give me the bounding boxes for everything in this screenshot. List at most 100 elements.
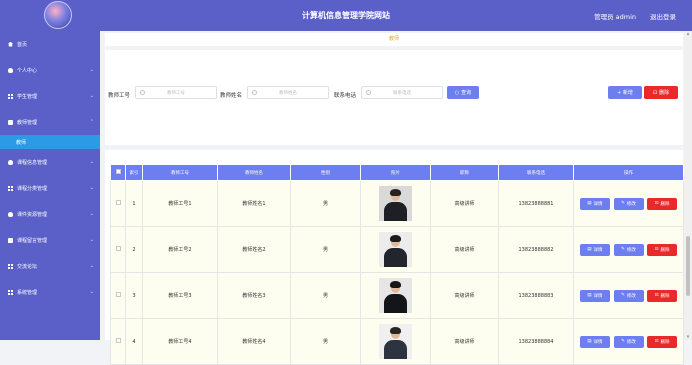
sidebar-item-students[interactable]: 学生管理 ⌄: [0, 83, 100, 109]
delete-button[interactable]: ⊡ 删除: [647, 197, 678, 210]
grid-icon: [8, 289, 13, 295]
phone-input[interactable]: 联系电话: [361, 86, 443, 99]
sidebar-item-courseware[interactable]: 课件资源管理 ⌄: [0, 201, 100, 227]
row-select-cell[interactable]: [110, 318, 126, 365]
cell-title: 高级讲师: [430, 318, 499, 365]
scroll-thumb[interactable]: [686, 236, 690, 296]
chevron-down-icon: ⌄: [89, 185, 94, 191]
table-row: 3 教师工号3 教师姓名3 男 高级讲师 13823888883 ▤ 详情 ✎ 修改…: [110, 272, 684, 319]
batch-delete-label: 删除: [659, 90, 670, 96]
sidebar-item-course-category[interactable]: 课程分类管理 ⌄: [0, 175, 100, 201]
teacher-photo[interactable]: [379, 186, 412, 221]
current-user: 管理员 admin: [594, 13, 636, 21]
sidebar-item-course-messages[interactable]: 课程留言管理 ⌄: [0, 227, 100, 253]
search-icon: [252, 90, 257, 95]
column-header: 职称: [430, 164, 499, 181]
edit-label: 修改: [626, 339, 636, 345]
sidebar-item-label: 课程分类管理: [17, 185, 48, 192]
teacher-photo[interactable]: [379, 324, 412, 359]
batch-delete-button[interactable]: ⊡ 删除: [644, 86, 678, 99]
add-button[interactable]: + 新增: [608, 86, 642, 99]
cell-phone: 13823888882: [498, 226, 574, 273]
detail-button[interactable]: ▤ 详情: [579, 197, 610, 210]
delete-label: 删除: [660, 247, 670, 253]
teacher-table: 索引 教师工号 教师姓名 性别 照片 职称 联系电话 操作 1 教师工号1 教师…: [110, 164, 684, 365]
sidebar-item-system[interactable]: 系统管理 ⌄: [0, 279, 100, 305]
teacher-name-placeholder: 教师姓名: [279, 90, 297, 96]
pencil-icon: ✎: [621, 247, 625, 252]
select-all-checkbox[interactable]: [115, 169, 121, 174]
card-icon: [8, 119, 13, 125]
sidebar-item-course-info[interactable]: 课程信息管理 ⌄: [0, 149, 100, 175]
sidebar-item-label: 系统管理: [17, 289, 38, 296]
cell-index: 3: [125, 272, 143, 319]
person-icon: [8, 67, 13, 73]
row-checkbox[interactable]: [115, 246, 121, 251]
scroll-up-arrow[interactable]: ▴: [685, 31, 691, 37]
detail-label: 详情: [593, 339, 603, 345]
table-header-row: 索引 教师工号 教师姓名 性别 照片 职称 联系电话 操作: [110, 164, 684, 181]
chevron-down-icon: ⌄: [89, 211, 94, 217]
page-scrollbar[interactable]: ▴ ▾: [684, 31, 692, 340]
document-icon: ▤: [587, 293, 592, 298]
column-header: 性别: [290, 164, 361, 181]
sidebar-item-teachers[interactable]: 教师管理 ⌃: [0, 109, 100, 135]
chevron-down-icon: ⌄: [89, 237, 94, 243]
delete-button[interactable]: ⊡ 删除: [647, 243, 678, 256]
row-checkbox[interactable]: [115, 200, 121, 205]
cell-gender: 男: [290, 180, 361, 227]
sidebar-item-label: 个人中心: [17, 67, 38, 74]
chat-icon: [8, 237, 13, 243]
logout-link[interactable]: 退出登录: [650, 11, 676, 21]
sidebar-item-profile[interactable]: 个人中心 ⌄: [0, 57, 100, 83]
detail-label: 详情: [593, 201, 603, 207]
detail-button[interactable]: ▤ 详情: [579, 243, 610, 256]
teacher-name-input[interactable]: 教师姓名: [247, 86, 329, 99]
query-button[interactable]: ○ 查询: [447, 86, 479, 99]
cell-photo: [360, 318, 431, 365]
cell-photo: [360, 180, 431, 227]
cell-phone: 13823888881: [498, 180, 574, 227]
sidebar-subitem-teacher[interactable]: 教师: [0, 135, 100, 149]
row-select-cell[interactable]: [110, 180, 126, 227]
teacher-photo[interactable]: [379, 232, 412, 267]
search-icon: [366, 90, 371, 95]
detail-button[interactable]: ▤ 详情: [579, 289, 610, 302]
cell-teacher-id: 教师工号2: [142, 226, 218, 273]
chevron-down-icon: ⌄: [89, 263, 94, 269]
delete-button[interactable]: ⊡ 删除: [647, 335, 678, 348]
edit-button[interactable]: ✎ 修改: [613, 335, 644, 348]
row-select-cell[interactable]: [110, 226, 126, 273]
chevron-down-icon: ⌄: [89, 289, 94, 295]
edit-button[interactable]: ✎ 修改: [613, 289, 644, 302]
query-button-label: 查询: [461, 90, 472, 96]
delete-button[interactable]: ⊡ 删除: [647, 289, 678, 302]
row-checkbox[interactable]: [115, 292, 121, 297]
cell-index: 2: [125, 226, 143, 273]
select-all-header[interactable]: [110, 164, 126, 181]
column-header: 照片: [360, 164, 431, 181]
table-panel: 索引 教师工号 教师姓名 性别 照片 职称 联系电话 操作 1 教师工号1 教师…: [105, 150, 684, 365]
teacher-id-input[interactable]: 教师工号: [135, 86, 217, 99]
person-icon: [8, 159, 13, 165]
detail-button[interactable]: ▤ 详情: [579, 335, 610, 348]
sidebar-item-forum[interactable]: 交流论坛 ⌄: [0, 253, 100, 279]
sidebar-item-label: 课件资源管理: [17, 211, 48, 218]
row-checkbox[interactable]: [115, 338, 121, 343]
cell-teacher-name: 教师姓名1: [217, 180, 291, 227]
sidebar-item-home[interactable]: 首页: [0, 31, 100, 57]
search-icon: [140, 90, 145, 95]
column-header: 教师工号: [142, 164, 218, 181]
row-select-cell[interactable]: [110, 272, 126, 319]
cell-index: 1: [125, 180, 143, 227]
edit-button[interactable]: ✎ 修改: [613, 197, 644, 210]
search-icon: ○: [454, 89, 460, 96]
teacher-photo[interactable]: [379, 278, 412, 313]
scroll-down-arrow[interactable]: ▾: [685, 334, 691, 340]
trash-icon: ⊡: [654, 293, 659, 298]
cell-index: 4: [125, 318, 143, 365]
chevron-down-icon: ⌄: [89, 93, 94, 99]
cell-actions: ▤ 详情 ✎ 修改 ⊡ 删除: [573, 180, 684, 227]
cell-actions: ▤ 详情 ✎ 修改 ⊡ 删除: [573, 318, 684, 365]
edit-button[interactable]: ✎ 修改: [613, 243, 644, 256]
